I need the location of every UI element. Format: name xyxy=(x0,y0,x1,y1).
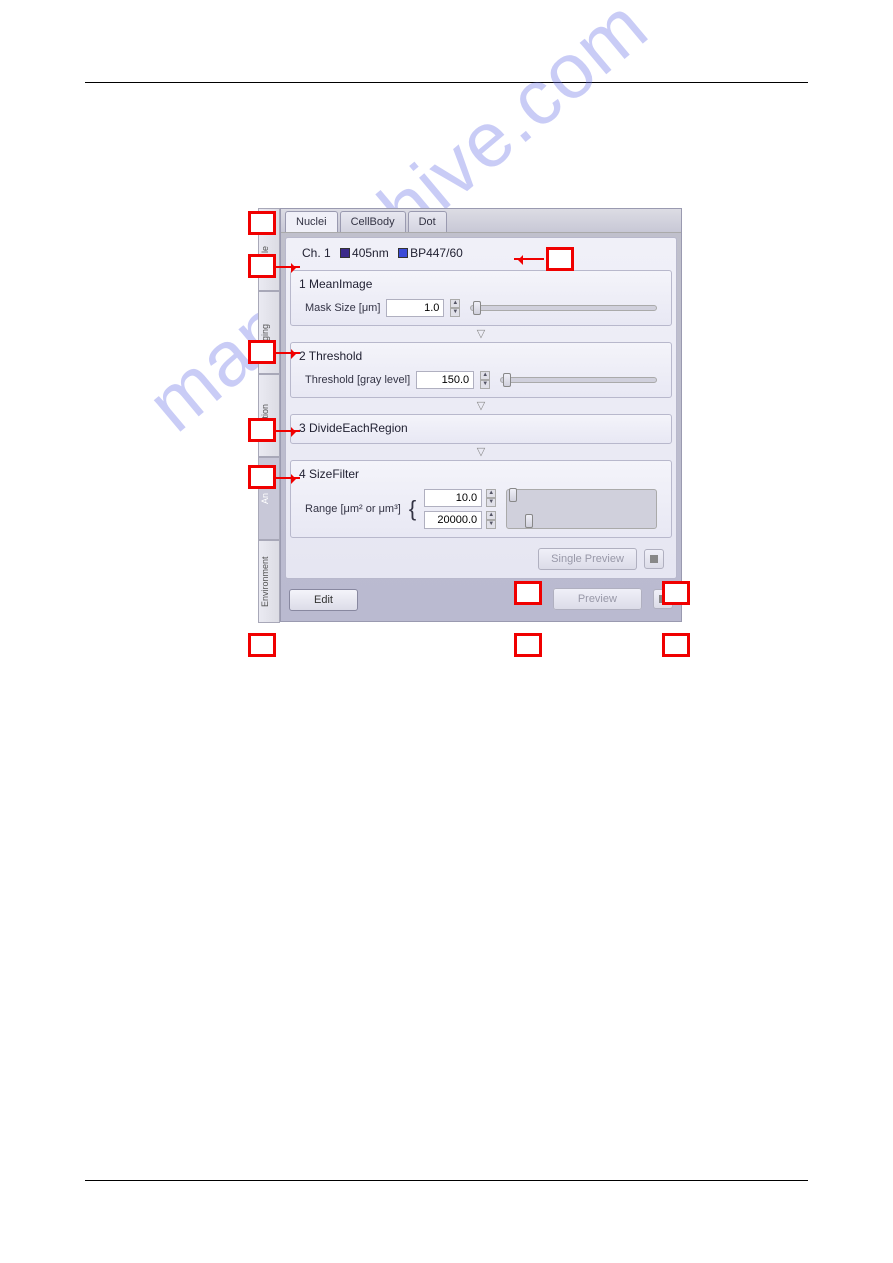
edit-button[interactable]: Edit xyxy=(289,589,358,611)
filter-swatch-icon xyxy=(398,248,408,258)
range-min-spinner[interactable]: ▲▼ xyxy=(486,489,496,507)
laser-swatch-icon xyxy=(340,248,350,258)
masksize-input[interactable] xyxy=(386,299,444,317)
analysis-panel: le ging cation An Environment Nuclei Cel… xyxy=(258,208,682,688)
side-tab-5[interactable]: Environment xyxy=(258,540,280,623)
channel-info: Ch. 1 405nm BP447/60 xyxy=(290,244,672,266)
range-max-input[interactable] xyxy=(424,511,482,529)
tab-cellbody[interactable]: CellBody xyxy=(340,211,406,232)
top-tabs: Nuclei CellBody Dot xyxy=(281,209,681,233)
callout-box-6 xyxy=(248,465,276,489)
single-preview-button[interactable]: Single Preview xyxy=(538,548,637,570)
tab-dot[interactable]: Dot xyxy=(408,211,447,232)
footer-rule xyxy=(85,1180,808,1181)
brace-icon: { xyxy=(409,496,416,522)
callout-box-5 xyxy=(248,418,276,442)
callout-box-3 xyxy=(248,254,276,278)
step-threshold: 2 Threshold Threshold [gray level] ▲▼ xyxy=(290,342,672,398)
step3-title: 3 DivideEachRegion xyxy=(297,419,665,439)
range-label: Range [μm² or μm³] xyxy=(305,503,401,515)
masksize-spinner[interactable]: ▲▼ xyxy=(450,299,460,317)
callout-arrow-2 xyxy=(514,258,544,260)
callout-box-10 xyxy=(514,633,542,657)
threshold-spinner[interactable]: ▲▼ xyxy=(480,371,490,389)
channel-prefix: Ch. 1 xyxy=(302,246,331,260)
callout-arrow-5 xyxy=(276,430,300,432)
settings-area: Ch. 1 405nm BP447/60 1 MeanImage Mask Si… xyxy=(285,237,677,579)
range-min-input[interactable] xyxy=(424,489,482,507)
filter-label: BP447/60 xyxy=(410,246,463,260)
callout-box-7 xyxy=(248,633,276,657)
range-slider[interactable] xyxy=(506,489,657,529)
callout-box-9 xyxy=(662,581,690,605)
threshold-label: Threshold [gray level] xyxy=(305,374,410,386)
flow-arrow-icon: ▽ xyxy=(290,448,672,456)
step2-title: 2 Threshold xyxy=(297,347,665,367)
masksize-label: Mask Size [μm] xyxy=(305,302,380,314)
step4-title: 4 SizeFilter xyxy=(297,465,665,485)
callout-box-4 xyxy=(248,340,276,364)
single-preview-stop-button[interactable] xyxy=(644,549,664,569)
flow-arrow-icon: ▽ xyxy=(290,402,672,410)
callout-arrow-3 xyxy=(276,266,300,268)
masksize-slider[interactable] xyxy=(470,305,657,311)
main-content: Nuclei CellBody Dot Ch. 1 405nm BP447/60… xyxy=(280,208,682,622)
tab-nuclei[interactable]: Nuclei xyxy=(285,211,338,232)
callout-box-8 xyxy=(514,581,542,605)
callout-box-11 xyxy=(662,633,690,657)
preview-button[interactable]: Preview xyxy=(553,588,642,610)
callout-box-2 xyxy=(546,247,574,271)
header-rule xyxy=(85,82,808,83)
step-sizefilter: 4 SizeFilter Range [μm² or μm³] { ▲▼ ▲▼ xyxy=(290,460,672,538)
threshold-slider[interactable] xyxy=(500,377,657,383)
callout-box-1 xyxy=(248,211,276,235)
step1-title: 1 MeanImage xyxy=(297,275,665,295)
step-meanimage: 1 MeanImage Mask Size [μm] ▲▼ xyxy=(290,270,672,326)
range-max-spinner[interactable]: ▲▼ xyxy=(486,511,496,529)
callout-arrow-4 xyxy=(276,352,300,354)
callout-arrow-6 xyxy=(276,477,300,479)
step-divide: 3 DivideEachRegion xyxy=(290,414,672,444)
flow-arrow-icon: ▽ xyxy=(290,330,672,338)
laser-label: 405nm xyxy=(352,246,389,260)
side-tab-3[interactable]: cation xyxy=(258,374,280,457)
threshold-input[interactable] xyxy=(416,371,474,389)
